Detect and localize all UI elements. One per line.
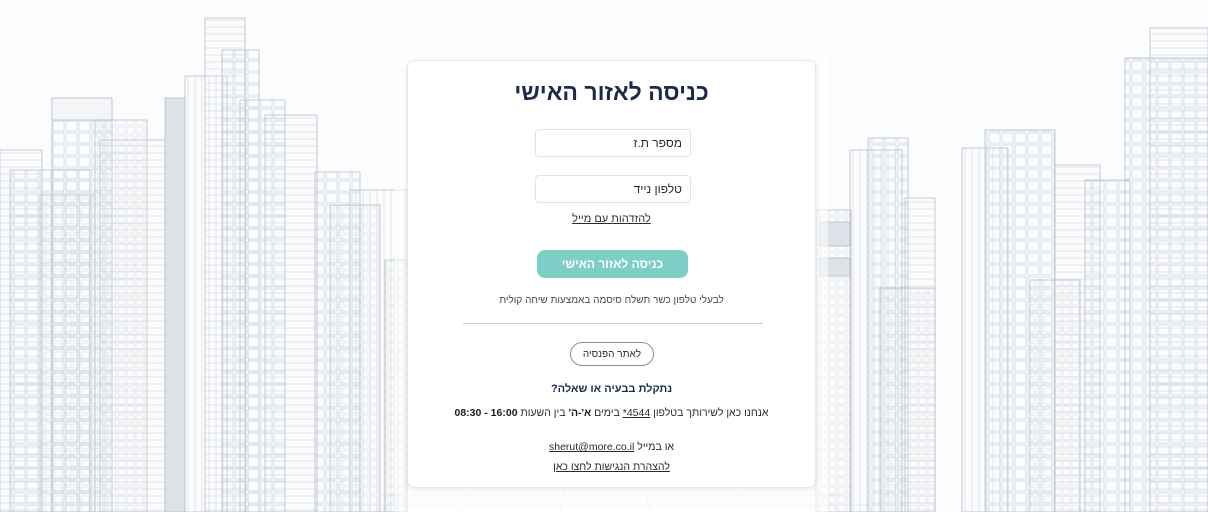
login-submit-button[interactable]: כניסה לאזור האישי [537,250,688,278]
divider [463,323,763,324]
page-title: כניסה לאזור האישי [514,79,709,105]
help-title: נתקלת בבעיה או שאלה? [550,383,673,395]
landline-note: לבעלי טלפון כשר תשלח סיסמה באמצעות שיחה … [499,295,724,306]
mail-prefix: או במייל [637,441,675,453]
email-login-link[interactable]: להזדהות עם מייל [408,213,815,225]
accessibility-statement-link[interactable]: להצהרת הנגישות לחצו כאן [408,461,815,473]
login-card: כניסה לאזור האישי להזדהות עם מייל כניסה … [407,60,816,488]
service-hours: 08:30 - 16:00 [454,407,518,419]
help-days-prefix: בימים [594,407,620,419]
login-page: כניסה לאזור האישי להזדהות עם מייל כניסה … [0,0,1208,512]
mobile-phone-input[interactable] [535,175,691,203]
id-number-input[interactable] [535,129,691,157]
help-contact-line: אנחנו כאן לשירותך בטלפון 4544* בימים א'-… [408,407,815,419]
service-phone-link[interactable]: 4544* [623,407,650,419]
help-line-prefix: אנחנו כאן לשירותך בטלפון [653,407,769,419]
help-hours-prefix: בין השעות [520,407,566,419]
service-days: א'-ה' [568,407,592,419]
service-email-link[interactable]: sherut@more.co.il [549,441,634,453]
pension-site-button[interactable]: לאתר הפנסיה [570,342,654,366]
help-mail-line: או במייל sherut@more.co.il [408,441,815,453]
